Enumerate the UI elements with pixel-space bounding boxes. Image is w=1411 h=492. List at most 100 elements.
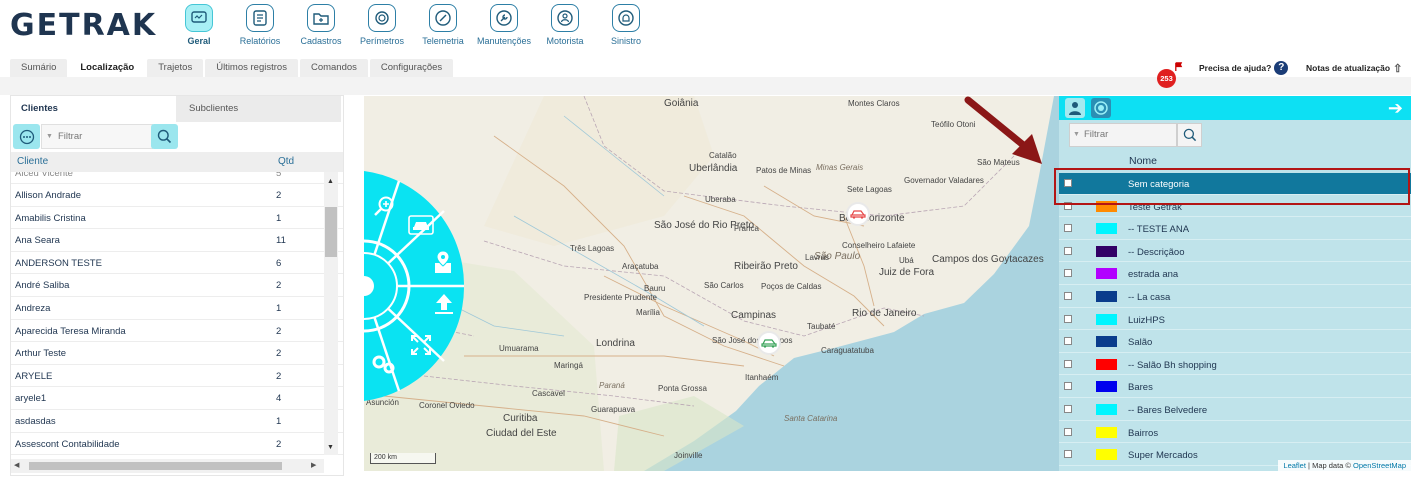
driver-filter-button[interactable] bbox=[1065, 98, 1085, 118]
client-vertical-scrollbar[interactable]: ▲ ▼ bbox=[324, 172, 338, 455]
category-color-swatch bbox=[1096, 291, 1117, 302]
settings-gears-icon[interactable] bbox=[370, 353, 396, 375]
nav-item-7[interactable]: Sinistro bbox=[597, 4, 655, 46]
client-row[interactable]: Arthur Teste 2 bbox=[11, 342, 343, 365]
category-name: Salão bbox=[1128, 337, 1153, 349]
client-qty: 2 bbox=[276, 370, 282, 382]
category-checkbox[interactable] bbox=[1064, 314, 1072, 323]
getrak-logo[interactable]: GETRAK bbox=[10, 8, 157, 43]
category-checkbox[interactable] bbox=[1064, 359, 1072, 368]
category-row[interactable]: -- Descriçãoo bbox=[1059, 241, 1411, 263]
vehicle-card-icon[interactable] bbox=[408, 215, 434, 235]
perimeter-filter-button[interactable] bbox=[1091, 98, 1111, 118]
category-row[interactable]: LuizHPS bbox=[1059, 309, 1411, 331]
subtab-5[interactable]: Configurações bbox=[369, 59, 454, 77]
flag-icon[interactable] bbox=[1174, 62, 1183, 71]
main-nav: Geral Relatórios Cadastros Perímetros Teleme… bbox=[170, 4, 658, 46]
help-button[interactable]: Precisa de ajuda? ? bbox=[1193, 59, 1295, 77]
category-row[interactable]: Bairros bbox=[1059, 422, 1411, 444]
client-row[interactable]: aryele1 4 bbox=[11, 387, 343, 410]
map-label: Lavras bbox=[805, 253, 830, 262]
subtab-2[interactable]: Trajetos bbox=[147, 59, 204, 77]
category-checkbox[interactable] bbox=[1064, 224, 1072, 233]
nav-item-5[interactable]: Manutenções bbox=[475, 4, 533, 46]
map-label: Campinas bbox=[731, 310, 777, 321]
scroll-down-icon[interactable]: ▼ bbox=[327, 444, 334, 451]
subtab-3[interactable]: Últimos registros bbox=[205, 59, 298, 77]
category-row[interactable]: Salão bbox=[1059, 331, 1411, 353]
client-row[interactable]: Allison Andrade 2 bbox=[11, 184, 343, 207]
nav-item-1[interactable]: Relatórios bbox=[231, 4, 289, 46]
client-row[interactable]: asdasdas 1 bbox=[11, 410, 343, 433]
category-row[interactable]: -- La casa bbox=[1059, 286, 1411, 308]
client-row[interactable]: Alceu Vicente 5 bbox=[11, 172, 343, 184]
upload-icon[interactable] bbox=[433, 292, 455, 316]
client-row[interactable]: André Saliba 2 bbox=[11, 274, 343, 297]
column-nome[interactable]: Nome bbox=[1129, 155, 1157, 167]
category-checkbox[interactable] bbox=[1064, 450, 1072, 459]
client-qty: 1 bbox=[276, 415, 282, 427]
client-row[interactable]: Amabilis Cristina 1 bbox=[11, 207, 343, 230]
client-row[interactable]: Aparecida Teresa Miranda 2 bbox=[11, 320, 343, 343]
notification-badge[interactable]: 253 bbox=[1157, 69, 1176, 88]
tab-subclientes[interactable]: Subclientes bbox=[176, 96, 341, 122]
vehicle-marker-green[interactable] bbox=[757, 331, 781, 355]
client-horizontal-scrollbar[interactable]: ◀ ▶ bbox=[11, 459, 324, 473]
map-label: Araçatuba bbox=[622, 262, 659, 271]
column-cliente[interactable]: Cliente bbox=[17, 156, 48, 167]
fullscreen-icon[interactable] bbox=[409, 333, 433, 357]
category-checkbox[interactable] bbox=[1064, 427, 1072, 436]
category-search-button[interactable] bbox=[1177, 123, 1202, 147]
category-name: estrada ana bbox=[1128, 269, 1179, 281]
client-filter-input[interactable]: ▼ Filtrar bbox=[41, 124, 153, 149]
zoom-in-icon[interactable] bbox=[372, 194, 396, 218]
category-checkbox[interactable] bbox=[1064, 405, 1072, 413]
tab-clientes[interactable]: Clientes bbox=[11, 96, 176, 122]
category-name: -- Descriçãoo bbox=[1128, 246, 1185, 258]
arrow-right-icon[interactable]: ➔ bbox=[1388, 98, 1403, 118]
client-row[interactable]: Assescont Contabilidade 2 bbox=[11, 433, 343, 455]
map-pin-upload-icon[interactable] bbox=[432, 249, 454, 275]
category-checkbox[interactable] bbox=[1064, 337, 1072, 346]
client-row[interactable]: ARYELE 2 bbox=[11, 365, 343, 388]
map-label: Ponta Grossa bbox=[658, 384, 707, 393]
leaflet-link[interactable]: Leaflet bbox=[1283, 461, 1306, 470]
category-row[interactable]: -- Bares Belvedere bbox=[1059, 399, 1411, 421]
category-checkbox[interactable] bbox=[1064, 382, 1072, 391]
category-row[interactable]: -- TESTE ANA bbox=[1059, 218, 1411, 240]
osm-link[interactable]: OpenStreetMap bbox=[1353, 461, 1406, 470]
column-qtd[interactable]: Qtd bbox=[278, 156, 294, 167]
scroll-left-icon[interactable]: ◀ bbox=[14, 461, 19, 469]
category-checkbox[interactable] bbox=[1064, 292, 1072, 300]
release-notes-button[interactable]: Notas de atualização ⇧ bbox=[1302, 59, 1407, 77]
more-options-button[interactable] bbox=[13, 124, 40, 149]
subtab-4[interactable]: Comandos bbox=[299, 59, 368, 77]
top-bar: GETRAK Geral Relatórios Cadastros Perímetro… bbox=[0, 0, 1411, 56]
client-row[interactable]: Ana Seara 11 bbox=[11, 229, 343, 252]
client-row[interactable]: Andreza 1 bbox=[11, 297, 343, 320]
scroll-right-icon[interactable]: ▶ bbox=[311, 461, 316, 469]
category-row[interactable]: Bares bbox=[1059, 376, 1411, 398]
scroll-thumb[interactable] bbox=[325, 207, 337, 257]
subtab-1[interactable]: Localização bbox=[69, 59, 146, 77]
category-row[interactable]: -- Salão Bh shopping bbox=[1059, 354, 1411, 376]
nav-item-2[interactable]: Cadastros bbox=[292, 4, 350, 46]
subtab-0[interactable]: Sumário bbox=[10, 59, 68, 77]
client-qty: 6 bbox=[276, 257, 282, 269]
vehicle-marker-red[interactable] bbox=[846, 202, 870, 226]
client-search-button[interactable] bbox=[151, 124, 178, 149]
map-view[interactable]: Goiânia Montes Claros Teófilo Otoni Catalão… bbox=[364, 96, 1411, 471]
category-row[interactable]: estrada ana bbox=[1059, 263, 1411, 285]
client-row[interactable]: ANDERSON TESTE 6 bbox=[11, 252, 343, 275]
nav-item-0[interactable]: Geral bbox=[170, 4, 228, 46]
nav-item-4[interactable]: Telemetria bbox=[414, 4, 472, 46]
map-label: São Carlos bbox=[704, 281, 744, 290]
category-checkbox[interactable] bbox=[1064, 269, 1072, 278]
scroll-up-icon[interactable]: ▲ bbox=[327, 178, 334, 185]
category-checkbox[interactable] bbox=[1064, 246, 1072, 255]
nav-item-6[interactable]: Motorista bbox=[536, 4, 594, 46]
client-name: aryele1 bbox=[15, 393, 47, 405]
scroll-thumb-horizontal[interactable] bbox=[29, 462, 282, 470]
nav-item-3[interactable]: Perímetros bbox=[353, 4, 411, 46]
category-filter-input[interactable]: ▼ Filtrar bbox=[1069, 123, 1177, 147]
